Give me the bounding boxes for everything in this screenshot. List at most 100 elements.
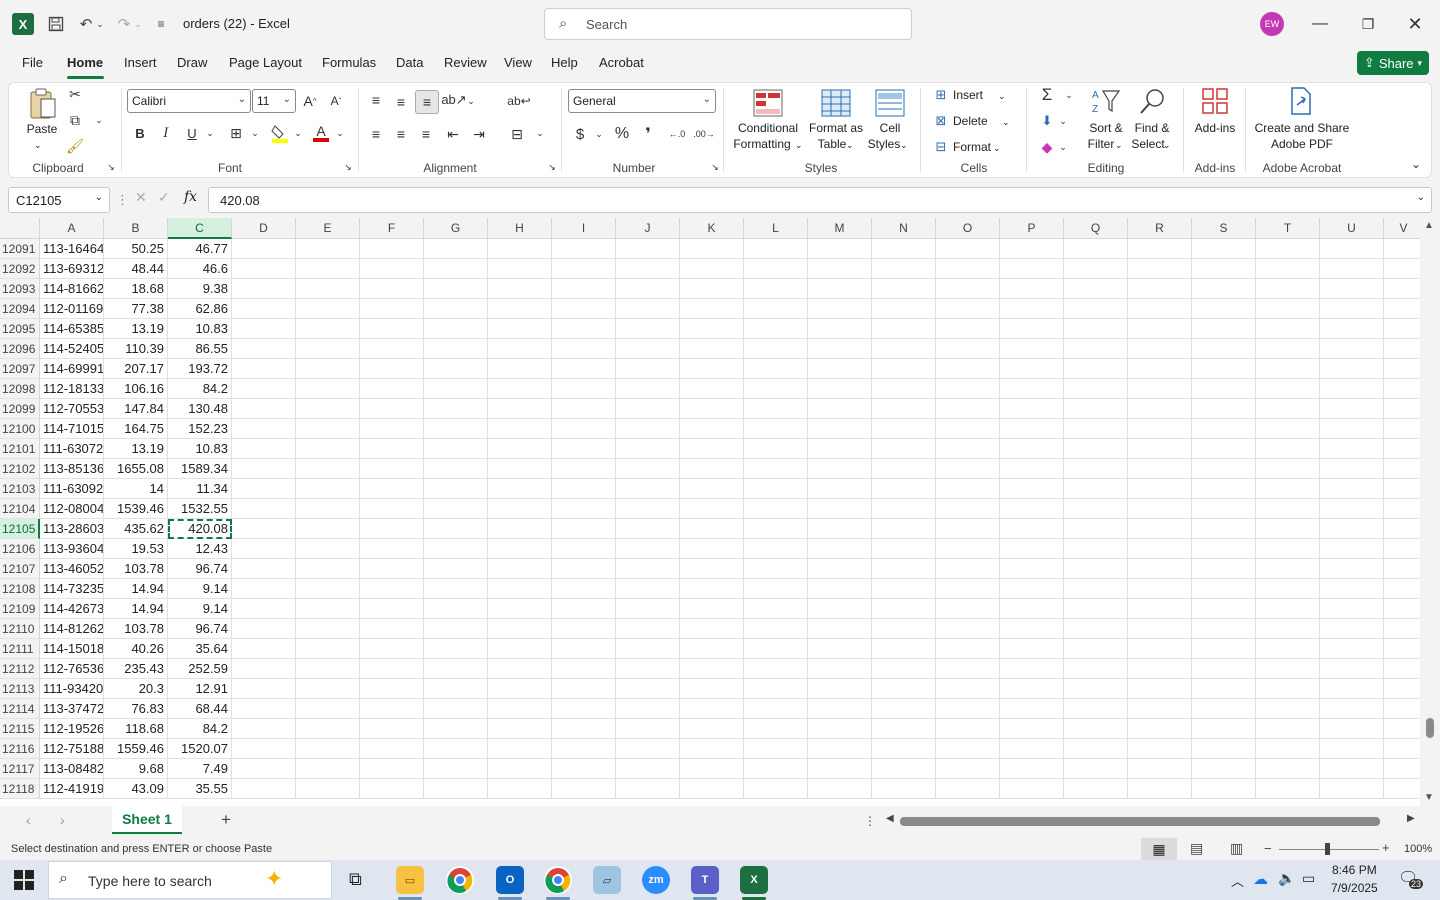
format-as-table-label[interactable]: Format as [806,120,866,136]
empty-cell[interactable] [1128,319,1192,339]
cell-a[interactable]: 111-63072 [40,439,104,459]
empty-cell[interactable] [1192,719,1256,739]
empty-cell[interactable] [1000,559,1064,579]
empty-cell[interactable] [808,659,872,679]
empty-cell[interactable] [680,279,744,299]
empty-cell[interactable] [808,239,872,259]
cell-c[interactable]: 35.55 [168,779,232,799]
row-header[interactable]: 12110 [0,619,40,639]
zoom-level[interactable]: 100% [1404,843,1432,855]
empty-cell[interactable] [1256,679,1320,699]
empty-cell[interactable] [552,719,616,739]
row-header[interactable]: 12091 [0,239,40,259]
empty-cell[interactable] [1320,439,1384,459]
row-header[interactable]: 12114 [0,699,40,719]
empty-cell[interactable] [1192,479,1256,499]
percent-icon[interactable]: % [612,124,632,144]
align-bottom-icon[interactable]: ≡ [415,90,439,114]
empty-cell[interactable] [1128,399,1192,419]
empty-cell[interactable] [296,639,360,659]
sort-filter-label-2[interactable]: Filter [1086,136,1116,152]
decrease-decimal-icon[interactable]: .00→ [693,124,715,144]
empty-cell[interactable] [488,559,552,579]
empty-cell[interactable] [1128,639,1192,659]
empty-cell[interactable] [488,459,552,479]
empty-cell[interactable] [1320,279,1384,299]
empty-cell[interactable] [680,559,744,579]
find-select-label[interactable]: Find & [1132,120,1172,136]
empty-cell[interactable] [1000,279,1064,299]
empty-cell[interactable] [872,619,936,639]
empty-cell[interactable] [1128,299,1192,319]
sheet-tab[interactable]: Sheet 1 [112,806,182,834]
tab-review[interactable]: Review [444,55,487,70]
empty-cell[interactable] [1000,639,1064,659]
cell-c[interactable]: 1589.34 [168,459,232,479]
empty-cell[interactable] [1256,479,1320,499]
empty-cell[interactable] [616,359,680,379]
zoom-in-icon[interactable]: + [1382,840,1390,855]
empty-cell[interactable] [1064,619,1128,639]
empty-cell[interactable] [1064,359,1128,379]
empty-cell[interactable] [1384,239,1420,259]
empty-cell[interactable] [1320,699,1384,719]
add-ins-label[interactable]: Add-ins [1188,120,1242,136]
empty-cell[interactable] [1064,719,1128,739]
empty-cell[interactable] [1192,779,1256,799]
empty-cell[interactable] [360,579,424,599]
empty-cell[interactable] [808,719,872,739]
paste-label[interactable]: Paste [25,121,59,137]
delete-cells-icon[interactable]: ⊠ [932,112,950,130]
empty-cell[interactable] [1128,439,1192,459]
empty-cell[interactable] [808,279,872,299]
insert-cells-label[interactable]: Insert [953,87,983,103]
empty-cell[interactable] [1000,259,1064,279]
empty-cell[interactable] [936,639,1000,659]
empty-cell[interactable] [872,399,936,419]
empty-cell[interactable] [744,639,808,659]
bold-icon[interactable]: B [130,123,150,143]
empty-cell[interactable] [1128,459,1192,479]
empty-cell[interactable] [744,419,808,439]
empty-cell[interactable] [360,499,424,519]
empty-cell[interactable] [1192,639,1256,659]
empty-cell[interactable] [424,619,488,639]
wrap-text-icon[interactable]: ab↩ [507,90,530,112]
empty-cell[interactable] [808,619,872,639]
tab-formulas[interactable]: Formulas [322,55,376,70]
sort-filter-label[interactable]: Sort & [1086,120,1126,136]
empty-cell[interactable] [552,519,616,539]
empty-cell[interactable] [424,439,488,459]
empty-cell[interactable] [744,519,808,539]
empty-cell[interactable] [1000,399,1064,419]
empty-cell[interactable] [1128,519,1192,539]
empty-cell[interactable] [232,759,296,779]
empty-cell[interactable] [232,479,296,499]
tab-insert[interactable]: Insert [124,55,157,70]
file-explorer-icon[interactable]: ▭ [396,866,424,894]
empty-cell[interactable] [936,439,1000,459]
cell-a[interactable]: 112-01169 [40,299,104,319]
empty-cell[interactable] [424,299,488,319]
empty-cell[interactable] [1384,639,1420,659]
empty-cell[interactable] [488,659,552,679]
cell-c[interactable]: 11.34 [168,479,232,499]
empty-cell[interactable] [424,759,488,779]
column-header-d[interactable]: D [232,218,296,239]
empty-cell[interactable] [360,239,424,259]
empty-cell[interactable] [1000,299,1064,319]
empty-cell[interactable] [616,639,680,659]
empty-cell[interactable] [680,739,744,759]
cell-b[interactable]: 14 [104,479,168,499]
empty-cell[interactable] [1192,699,1256,719]
empty-cell[interactable] [1192,239,1256,259]
empty-cell[interactable] [424,339,488,359]
empty-cell[interactable] [424,719,488,739]
cell-b[interactable]: 76.83 [104,699,168,719]
empty-cell[interactable] [552,599,616,619]
cell-b[interactable]: 20.3 [104,679,168,699]
cell-a[interactable]: 113-28603 [40,519,104,539]
empty-cell[interactable] [1320,659,1384,679]
empty-cell[interactable] [1000,519,1064,539]
cell-c[interactable]: 46.77 [168,239,232,259]
